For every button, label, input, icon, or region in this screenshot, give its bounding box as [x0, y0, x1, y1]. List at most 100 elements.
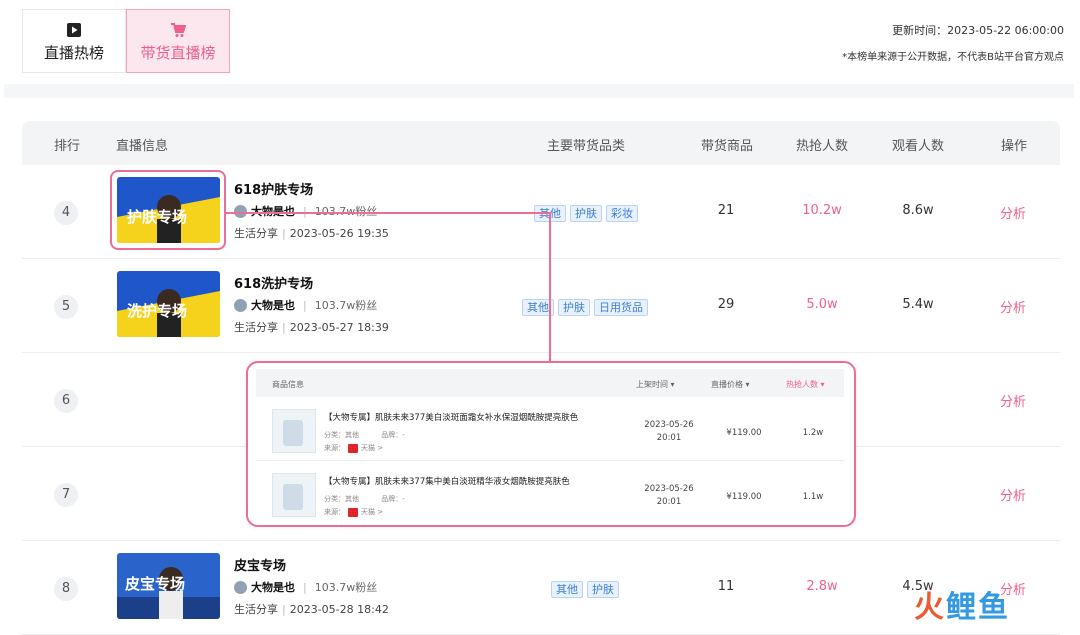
- avatar[interactable]: [234, 580, 247, 594]
- tab-sales-live[interactable]: 带货直播榜: [126, 9, 230, 73]
- sort-price[interactable]: 直播价格 ▾: [711, 379, 750, 390]
- category-tag: 其他: [551, 581, 583, 598]
- table-row[interactable]: 8 皮宝专场 皮宝专场 大物是也 | 103.7w粉丝 生活分享 | 2023-05-2…: [22, 541, 1060, 635]
- tab-label: 直播热榜: [43, 44, 104, 62]
- fans-count: 103.7w粉丝: [314, 581, 378, 594]
- ranking-table: 排行 直播信息 主要带货品类 带货商品 热抢人数 观看人数 操作 4 护肤专场 …: [22, 121, 1060, 635]
- category-tags: 其他 护肤: [551, 581, 619, 598]
- sort-time[interactable]: 上架时间 ▾: [636, 379, 675, 390]
- category-tags: 其他 护肤 日用货品: [522, 299, 648, 316]
- anchor-name[interactable]: 大物是也: [251, 579, 295, 595]
- product-category: 分类：其他: [324, 431, 359, 439]
- analyze-link[interactable]: 分析: [1000, 485, 1026, 504]
- table-row[interactable]: 5 洗护专场 618洗护专场 大物是也 | 103.7w粉丝 生活分享 | 2023-0…: [22, 259, 1060, 353]
- sort-hot[interactable]: 热抢人数 ▾: [786, 379, 825, 390]
- tab-label: 带货直播榜: [140, 44, 216, 62]
- shop-link[interactable]: 天猫 >: [361, 507, 383, 517]
- listing-clock: 20:01: [656, 497, 682, 507]
- rank-badge: 5: [54, 295, 78, 319]
- cart-icon: [171, 23, 186, 37]
- update-time: 更新时间：2023-05-22 06:00:00: [892, 24, 1064, 37]
- anchor-info: 大物是也|103.7w粉丝: [234, 579, 377, 595]
- goods-count: 21: [717, 203, 735, 218]
- category-tag: 彩妆: [606, 205, 638, 222]
- fans-count: 103.7w粉丝: [314, 299, 378, 312]
- goods-item[interactable]: 【大物专属】肌肤未来377集中美白淡斑精华液女烟酰胺提亮肤色 分类：其他 品牌：…: [256, 463, 844, 525]
- analyze-link[interactable]: 分析: [1000, 297, 1026, 316]
- product-brand: 品牌：-: [381, 495, 405, 503]
- live-time: 2023-05-26 19:35: [289, 227, 389, 240]
- anchor-name[interactable]: 大物是也: [251, 297, 295, 313]
- popup-header: 商品信息 上架时间 ▾ 直播价格 ▾ 热抢人数 ▾: [256, 369, 844, 397]
- source-label: 来源：: [324, 508, 345, 516]
- live-price: ¥119.00: [726, 492, 762, 502]
- live-title[interactable]: 618护肤专场: [234, 179, 313, 198]
- connector-line: [549, 212, 551, 362]
- svg-text:护肤专场: 护肤专场: [127, 208, 187, 226]
- product-meta: 分类：其他 品牌：-: [324, 494, 405, 504]
- rank-badge: 4: [54, 201, 78, 225]
- hot-count: 2.8w: [806, 579, 838, 594]
- anchor-name[interactable]: 大物是也: [251, 203, 295, 219]
- svg-text:洗护专场: 洗护专场: [127, 302, 187, 320]
- analyze-link[interactable]: 分析: [1000, 391, 1026, 410]
- zone: 生活分享: [234, 227, 278, 240]
- rank-badge: 7: [54, 483, 78, 507]
- category-tag: 护肤: [587, 581, 619, 598]
- listing-date: 2023-05-26: [644, 484, 694, 494]
- live-meta: 生活分享 | 2023-05-26 19:35: [234, 227, 389, 240]
- col-rank: 排行: [54, 139, 81, 154]
- watermark-logo: 火鲤鱼: [914, 590, 1010, 625]
- live-thumbnail[interactable]: 皮宝专场: [117, 553, 220, 619]
- rank-badge: 6: [54, 389, 78, 413]
- hot-count: 5.0w: [806, 297, 838, 312]
- listing-time: 2023-05-26 20:01: [634, 483, 704, 509]
- play-icon: [67, 23, 81, 37]
- col-action: 操作: [1001, 139, 1028, 154]
- viewer-count: 8.6w: [902, 203, 934, 218]
- col-hot: 热抢人数: [796, 139, 849, 154]
- shop-link[interactable]: 天猫 >: [361, 443, 383, 453]
- col-info: 直播信息: [116, 139, 169, 154]
- col-viewers: 观看人数: [892, 139, 945, 154]
- product-brand: 品牌：-: [381, 431, 405, 439]
- live-meta: 生活分享 | 2023-05-28 18:42: [234, 603, 389, 616]
- live-title[interactable]: 618洗护专场: [234, 273, 313, 292]
- source-label: 来源：: [324, 444, 345, 452]
- product-source: 来源： 天猫 >: [324, 507, 383, 517]
- product-image[interactable]: [272, 473, 316, 517]
- product-meta: 分类：其他 品牌：-: [324, 430, 405, 440]
- popup-col-info: 商品信息: [272, 380, 304, 389]
- hot-count: 1.1w: [802, 492, 824, 502]
- anchor-info: 大物是也|103.7w粉丝: [234, 203, 377, 219]
- analyze-link[interactable]: 分析: [1000, 203, 1026, 222]
- goods-count: 29: [717, 297, 735, 312]
- viewer-count: 5.4w: [902, 297, 934, 312]
- table-header: 排行 直播信息 主要带货品类 带货商品 热抢人数 观看人数 操作: [22, 121, 1060, 165]
- live-thumbnail[interactable]: 洗护专场: [117, 271, 220, 337]
- product-image[interactable]: [272, 409, 316, 453]
- rank-badge: 8: [54, 577, 78, 601]
- zone: 生活分享: [234, 321, 278, 334]
- tmall-icon: [348, 507, 358, 517]
- connector-line: [224, 212, 550, 214]
- live-title[interactable]: 皮宝专场: [234, 555, 286, 574]
- avatar[interactable]: [234, 298, 247, 312]
- product-name[interactable]: 【大物专属】肌肤未来377集中美白淡斑精华液女烟酰胺提亮肤色: [324, 475, 570, 487]
- live-thumbnail[interactable]: 护肤专场: [117, 177, 220, 243]
- goods-count: 11: [717, 579, 735, 594]
- disclaimer: *本榜单来源于公开数据，不代表B站平台官方观点: [842, 52, 1064, 63]
- hot-count: 10.2w: [802, 203, 842, 218]
- category-tag: 护肤: [570, 205, 602, 222]
- col-goods: 带货商品: [701, 139, 754, 154]
- zone: 生活分享: [234, 603, 278, 616]
- goods-item[interactable]: 【大物专属】肌肤未来377美白淡斑面霜女补水保湿烟酰胺提亮肤色 分类：其他 品牌…: [256, 399, 844, 461]
- avatar[interactable]: [234, 204, 247, 218]
- product-category: 分类：其他: [324, 495, 359, 503]
- product-name[interactable]: 【大物专属】肌肤未来377美白淡斑面霜女补水保湿烟酰胺提亮肤色: [324, 411, 578, 423]
- top-bar: 直播热榜 带货直播榜 更新时间：2023-05-22 06:00:00 *本榜单…: [0, 0, 1080, 90]
- product-source: 来源： 天猫 >: [324, 443, 383, 453]
- goods-popup: 商品信息 上架时间 ▾ 直播价格 ▾ 热抢人数 ▾ 【大物专属】肌肤未来377美…: [246, 361, 856, 527]
- tab-live-hot[interactable]: 直播热榜: [22, 9, 126, 73]
- hot-count: 1.2w: [802, 428, 824, 438]
